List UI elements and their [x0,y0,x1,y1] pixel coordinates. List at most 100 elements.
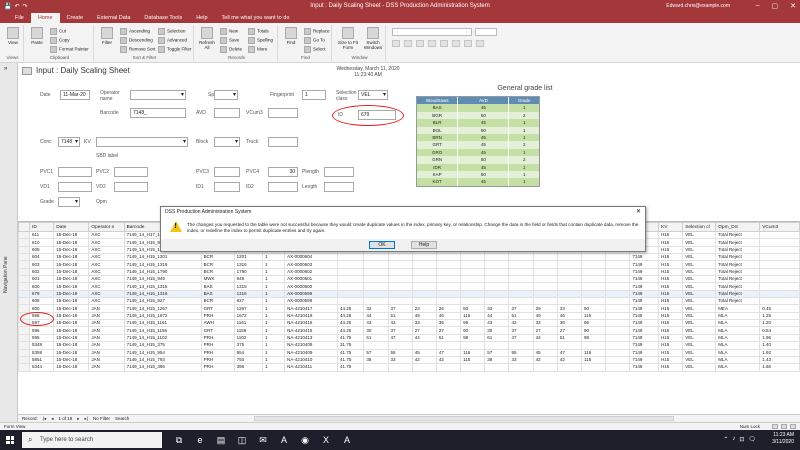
table-cell[interactable]: 33 [556,304,583,313]
table-cell[interactable] [435,363,462,372]
taskbar-search[interactable]: Type here to search [22,432,162,448]
row-selector[interactable] [18,253,30,262]
table-cell[interactable]: JAN [88,363,125,372]
table-cell[interactable]: VEL [682,363,717,372]
table-cell[interactable] [484,260,510,269]
table-cell[interactable]: 15-Dec-18 [53,238,90,247]
table-cell[interactable]: 7149 [629,304,659,313]
table-cell[interactable]: 7149 [629,311,659,321]
bold-icon[interactable] [392,40,400,47]
table-cell[interactable]: 1.40 [759,341,800,350]
table-cell[interactable]: H15 [657,289,684,299]
table-cell[interactable]: 90 [460,326,486,335]
table-cell[interactable]: 27 [435,326,462,335]
table-cell[interactable]: 0.54 [759,326,800,335]
table-cell[interactable]: 47 [556,348,583,357]
table-cell[interactable]: BCR [200,260,235,269]
table-cell[interactable]: 1.96 [759,333,800,343]
table-cell[interactable]: AX-0000598 [284,297,338,306]
table-cell[interactable]: 26 [435,304,462,313]
table-cell[interactable]: Total Reject [715,245,761,255]
table-cell[interactable] [336,297,365,306]
table-cell[interactable]: H15 [657,319,684,328]
table-cell[interactable] [336,275,365,284]
table-cell[interactable]: VEL [682,267,717,277]
grade-list-row[interactable]: BLR 45 1 [417,119,539,127]
table-cell[interactable] [363,267,389,277]
table-cell[interactable] [556,363,583,372]
table-cell[interactable]: 601 [28,275,55,284]
table-cell[interactable]: VEL [682,304,717,313]
table-cell[interactable]: 1.66 [759,363,800,372]
table-cell[interactable]: NA-4210408 [284,341,338,350]
table-cell[interactable] [556,297,583,306]
record-position[interactable]: 1 of 19 [58,416,72,421]
table-cell[interactable]: 37 [387,326,413,335]
row-selector[interactable] [18,238,30,247]
grade-list-row[interactable]: KAP 50 1 [417,170,539,179]
table-cell[interactable]: 793 [233,355,264,365]
table-cell[interactable] [460,253,486,262]
table-cell[interactable]: 1102 [233,333,264,343]
font-name-select[interactable] [392,28,472,36]
table-cell[interactable] [556,253,583,262]
table-cell[interactable]: NA-4210418 [284,311,338,321]
table-cell[interactable] [605,348,631,357]
table-cell[interactable]: VEL [682,253,717,262]
new-record-button[interactable]: New [220,28,238,35]
table-cell[interactable] [484,275,510,284]
table-cell[interactable]: 949 [233,275,264,284]
descending-button[interactable]: Descending [120,37,153,44]
table-cell[interactable] [411,282,437,291]
table-cell[interactable]: JAN [88,341,125,350]
table-cell[interactable] [605,289,631,299]
table-cell[interactable]: 15-Dec-18 [53,230,90,240]
table-cell[interactable] [605,267,631,277]
table-cell[interactable]: 15-Dec-18 [53,341,90,350]
tab-home[interactable]: Home [30,13,60,23]
table-cell[interactable] [484,253,510,262]
table-cell[interactable] [460,289,486,299]
id1-field[interactable] [214,182,240,192]
table-cell[interactable]: VEL [682,319,717,328]
table-cell[interactable]: 7149_14_H15_927 [123,297,202,306]
tab-help[interactable]: Help [189,13,214,23]
table-cell[interactable]: 15-Dec-18 [53,253,90,262]
table-cell[interactable]: NA-4210411 [284,363,338,372]
table-cell[interactable]: 44.25 [336,326,365,335]
paste-button[interactable]: Paste [28,27,46,45]
filter-status[interactable]: No Filter [93,416,110,421]
table-cell[interactable]: H15 [657,297,684,306]
table-cell[interactable]: 42 [532,355,558,365]
tab-create[interactable]: Create [60,13,91,23]
table-cell[interactable]: H15 [657,245,684,255]
table-cell[interactable]: 954 [233,348,264,357]
table-cell[interactable]: 50 [460,304,486,313]
table-cell[interactable]: PRH [200,348,235,357]
table-cell[interactable]: 115 [581,311,607,321]
date-field[interactable]: 11-Mar-20 [60,90,90,100]
table-cell[interactable]: 42 [556,355,583,365]
table-cell[interactable]: Total Reject [715,297,761,306]
table-cell[interactable]: 38 [484,355,510,365]
table-cell[interactable] [411,267,437,277]
table-cell[interactable]: AXC [88,245,125,255]
table-cell[interactable]: 7149_14_H15_1102 [123,333,202,343]
table-cell[interactable]: H15 [657,267,684,277]
table-cell[interactable] [532,289,558,299]
table-cell[interactable]: 7149_14_H15_1267 [123,304,202,313]
table-cell[interactable] [581,289,607,299]
table-cell[interactable]: 116 [581,348,607,357]
table-cell[interactable]: H15 [657,341,684,350]
table-cell[interactable]: H15 [657,260,684,269]
more-button[interactable]: More [248,46,267,53]
truck-field[interactable] [268,137,298,147]
table-cell[interactable]: 5344 [28,363,55,372]
table-cell[interactable] [387,341,413,350]
table-cell[interactable]: 7149_14_H15_1315 [123,282,202,291]
align-left-icon[interactable] [452,40,460,47]
grade-list-row[interactable]: GRT 45 2 [417,141,539,149]
nav-pane-toggle-icon[interactable]: » [4,66,7,72]
table-cell[interactable]: 1 [262,311,286,321]
font-color-icon[interactable] [428,40,436,47]
